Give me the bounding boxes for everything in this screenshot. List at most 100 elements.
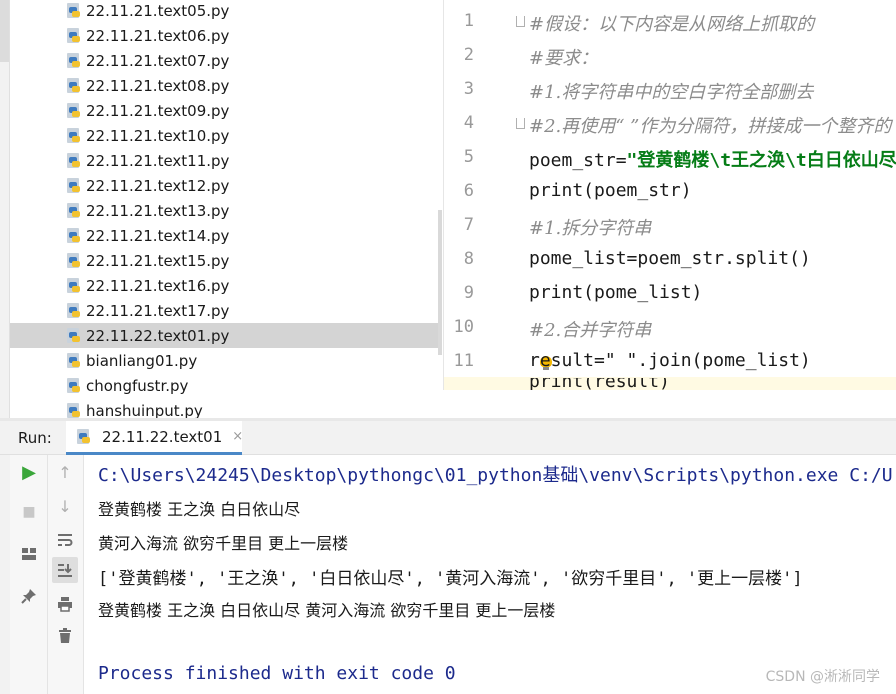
tree-item-file[interactable]: 22.11.21.text15.py bbox=[10, 248, 442, 273]
soft-wrap-icon[interactable] bbox=[52, 527, 78, 553]
python-file-icon bbox=[66, 377, 82, 394]
tree-item-label: 22.11.22.text01.py bbox=[86, 326, 230, 345]
console-command-line: C:\Users\24245\Desktop\pythongc\01_pytho… bbox=[98, 465, 893, 486]
tree-item-label: bianliang01.py bbox=[86, 351, 198, 370]
tree-item-file[interactable]: bianliang01.py bbox=[10, 348, 442, 373]
tree-item-label: 22.11.21.text07.py bbox=[86, 51, 230, 70]
print-icon[interactable] bbox=[52, 591, 78, 617]
tree-item-label: 22.11.21.text05.py bbox=[86, 1, 230, 20]
line-number: 8 bbox=[463, 249, 474, 269]
code-line: print(pome_list) bbox=[529, 282, 703, 303]
console-output-line: 登黄鹤楼 王之涣 白日依山尽 bbox=[98, 500, 301, 519]
run-label: Run: bbox=[18, 429, 52, 447]
tree-item-label: 22.11.21.text12.py bbox=[86, 176, 230, 195]
python-file-icon bbox=[76, 428, 92, 445]
tree-item-file[interactable]: 22.11.21.text10.py bbox=[10, 123, 442, 148]
tree-item-label: 22.11.21.text13.py bbox=[86, 201, 230, 220]
tree-item-label: 22.11.21.text10.py bbox=[86, 126, 230, 145]
run-console[interactable]: C:\Users\24245\Desktop\pythongc\01_pytho… bbox=[84, 455, 896, 694]
line-number-gutter: 1 2 3 4 5 6 7 8 9 10 11 bbox=[444, 0, 510, 390]
code-line-12-partial: print(result) bbox=[529, 378, 670, 390]
scroll-to-end-icon[interactable] bbox=[52, 557, 78, 583]
tree-item-file[interactable]: 22.11.21.text08.py bbox=[10, 73, 442, 98]
fold-icon[interactable] bbox=[516, 118, 525, 129]
close-tab-icon[interactable]: × bbox=[232, 429, 243, 444]
tree-item-label: 22.11.21.text16.py bbox=[86, 276, 230, 295]
layout-icon[interactable] bbox=[16, 541, 42, 567]
code-line: #要求： bbox=[529, 48, 599, 69]
tree-item-label: 22.11.21.text15.py bbox=[86, 251, 230, 270]
python-file-icon bbox=[66, 2, 82, 19]
project-tree: 22.11.21.text05.py 22.11.21.text06.py 22.1… bbox=[10, 0, 442, 420]
console-output-line: 黄河入海流 欲穷千里目 更上一层楼 bbox=[98, 534, 349, 553]
tree-item-file[interactable]: 22.11.21.text05.py bbox=[10, 0, 442, 23]
code-line: #2.合并字符串 bbox=[529, 320, 652, 341]
console-joined-line: 登黄鹤楼 王之涣 白日依山尽 黄河入海流 欲穷千里目 更上一层楼 bbox=[98, 601, 556, 620]
line-number: 7 bbox=[463, 215, 474, 235]
tree-item-file[interactable]: 22.11.21.text17.py bbox=[10, 298, 442, 323]
python-file-icon bbox=[66, 102, 82, 119]
string-literal: "登黄鹤楼\t王之涣\t白日依山尽 bbox=[626, 150, 896, 171]
down-arrow-icon[interactable]: ↓ bbox=[52, 493, 78, 519]
tree-item-file[interactable]: 22.11.21.text06.py bbox=[10, 23, 442, 48]
python-file-icon bbox=[66, 177, 82, 194]
tree-scrollbar[interactable] bbox=[438, 210, 442, 355]
code-line: print(poem_str) bbox=[529, 180, 692, 201]
line-number: 4 bbox=[463, 113, 474, 133]
python-file-icon bbox=[66, 77, 82, 94]
code-line: #2.再使用“ ”作为分隔符，拼接成一个整齐的 bbox=[529, 116, 892, 137]
code-line: #假设：以下内容是从网络上抓取的 bbox=[529, 14, 815, 35]
python-file-icon bbox=[66, 127, 82, 144]
tree-item-file[interactable]: 22.11.21.text09.py bbox=[10, 98, 442, 123]
tree-item-file[interactable]: chongfustr.py bbox=[10, 373, 442, 398]
line-number: 3 bbox=[463, 79, 474, 99]
tree-item-label: 22.11.21.text17.py bbox=[86, 301, 230, 320]
python-file-icon bbox=[66, 202, 82, 219]
project-tool-tab[interactable] bbox=[0, 0, 9, 62]
line-number: 2 bbox=[463, 45, 474, 65]
python-file-icon bbox=[66, 27, 82, 44]
left-tool-strip bbox=[0, 0, 10, 420]
current-line-highlight bbox=[444, 377, 896, 390]
line-number: 1 bbox=[463, 11, 474, 31]
tree-item-file[interactable]: hanshuinput.py bbox=[10, 398, 442, 420]
trash-icon[interactable] bbox=[52, 623, 78, 649]
python-file-icon bbox=[66, 352, 82, 369]
tree-item-label: 22.11.21.text09.py bbox=[86, 101, 230, 120]
tree-item-file[interactable]: 22.11.21.text13.py bbox=[10, 198, 442, 223]
tree-item-label: 22.11.21.text06.py bbox=[86, 26, 230, 45]
tree-item-label: chongfustr.py bbox=[86, 376, 189, 395]
tree-item-label: 22.11.21.text11.py bbox=[86, 151, 230, 170]
line-number: 11 bbox=[453, 351, 474, 371]
pin-icon[interactable] bbox=[16, 583, 42, 609]
tree-item-file[interactable]: 22.11.21.text12.py bbox=[10, 173, 442, 198]
fold-icon[interactable] bbox=[516, 16, 525, 27]
tree-item-label: 22.11.21.text08.py bbox=[86, 76, 230, 95]
run-tool-window-header: Run: 22.11.22.text01 × bbox=[0, 421, 896, 455]
code-line: #1.拆分字符串 bbox=[529, 218, 652, 239]
watermark: CSDN @淅淅同学 bbox=[765, 669, 880, 685]
run-toolbar-secondary: ↑ ↓ bbox=[48, 455, 84, 694]
python-file-icon bbox=[66, 152, 82, 169]
up-arrow-icon[interactable]: ↑ bbox=[52, 459, 78, 485]
tree-item-file[interactable]: 22.11.22.text01.py bbox=[10, 323, 442, 348]
code-line: result=" ".join(pome_list) bbox=[529, 350, 811, 371]
tree-item-file[interactable]: 22.11.21.text11.py bbox=[10, 148, 442, 173]
run-config-tab[interactable]: 22.11.22.text01 × bbox=[66, 421, 243, 455]
code-line: poem_str="登黄鹤楼\t王之涣\t白日依山尽 bbox=[529, 146, 896, 172]
python-file-icon bbox=[66, 327, 82, 344]
code-editor[interactable]: 1 2 3 4 5 6 7 8 9 10 11 print(result) #假设：以下内容是从网络… bbox=[443, 0, 896, 390]
tree-item-file[interactable]: 22.11.21.text14.py bbox=[10, 223, 442, 248]
tree-item-file[interactable]: 22.11.21.text07.py bbox=[10, 48, 442, 73]
code-line: pome_list=poem_str.split() bbox=[529, 248, 811, 269]
python-file-icon bbox=[66, 52, 82, 69]
stop-icon[interactable]: ■ bbox=[16, 499, 42, 525]
rerun-icon[interactable]: ▶ bbox=[16, 459, 42, 485]
python-file-icon bbox=[66, 252, 82, 269]
code-text: poem_str= bbox=[529, 150, 627, 171]
console-exit-line: Process finished with exit code 0 bbox=[98, 663, 456, 684]
tree-item-label: hanshuinput.py bbox=[86, 401, 203, 420]
tree-item-file[interactable]: 22.11.21.text16.py bbox=[10, 273, 442, 298]
python-file-icon bbox=[66, 302, 82, 319]
tree-item-label: 22.11.21.text14.py bbox=[86, 226, 230, 245]
